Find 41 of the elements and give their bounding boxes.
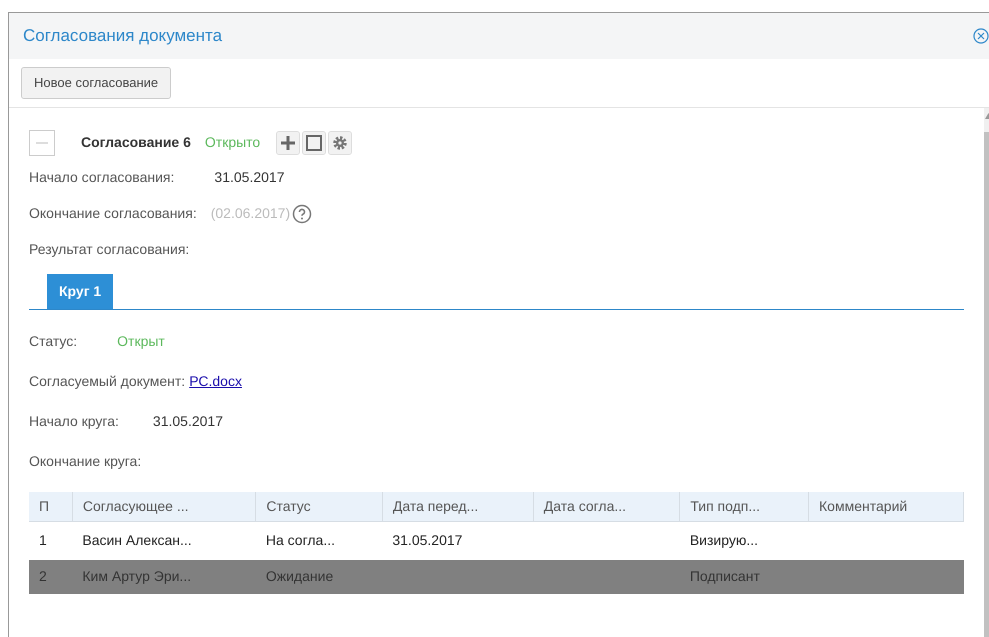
field-value: 31.05.2017	[152, 412, 223, 431]
gear-icon	[331, 134, 350, 152]
table-cell: 2	[29, 560, 72, 594]
column-header: Комментарий	[808, 492, 964, 522]
field-label: Начало согласования:	[29, 168, 174, 187]
window-title: Согласования документа	[23, 25, 222, 48]
settings-button[interactable]	[328, 130, 352, 154]
table-cell: 1	[29, 522, 72, 560]
table-cell: Ожидание	[256, 560, 382, 594]
field-label: Статус:	[29, 332, 78, 351]
approval-status: Открыто	[204, 133, 260, 152]
table-cell: Васин Алексан...	[72, 522, 256, 560]
close-icon[interactable]	[973, 28, 989, 44]
column-header: Статус	[256, 492, 382, 522]
field-label: Окончание согласования:	[29, 204, 197, 223]
table-cell: 31.05.2017	[382, 522, 534, 560]
status-value: Открыт	[117, 332, 165, 351]
table-cell: Подписант	[680, 560, 809, 594]
field-label: Результат согласования:	[29, 240, 190, 259]
plus-icon	[279, 134, 298, 152]
column-header: Дата перед...	[382, 492, 534, 522]
table-cell: Визирую...	[680, 522, 809, 560]
field-value: 31.05.2017	[214, 168, 284, 187]
square-icon	[305, 134, 324, 152]
table-cell: На согла...	[256, 522, 382, 560]
table-cell: Ким Артур Эри...	[72, 560, 256, 594]
field-label: Начало круга:	[29, 412, 119, 431]
field-label: Окончание круга:	[29, 452, 142, 471]
column-header: Тип подп...	[680, 492, 809, 522]
column-header: Согласующее ...	[72, 492, 256, 522]
column-header: Дата согла...	[533, 492, 680, 522]
square-button[interactable]	[302, 130, 326, 154]
field-value: (02.06.2017)	[210, 204, 290, 223]
new-approval-button[interactable]: Новое согласование	[21, 67, 172, 98]
document-link[interactable]: РС.docx	[189, 371, 242, 392]
approval-title: Согласование 6	[81, 133, 191, 152]
add-button[interactable]	[276, 130, 300, 154]
help-icon[interactable]	[292, 204, 312, 224]
minus-icon	[36, 142, 48, 144]
column-header: П	[29, 492, 72, 522]
field-label: Согласуемый документ:	[29, 372, 186, 391]
